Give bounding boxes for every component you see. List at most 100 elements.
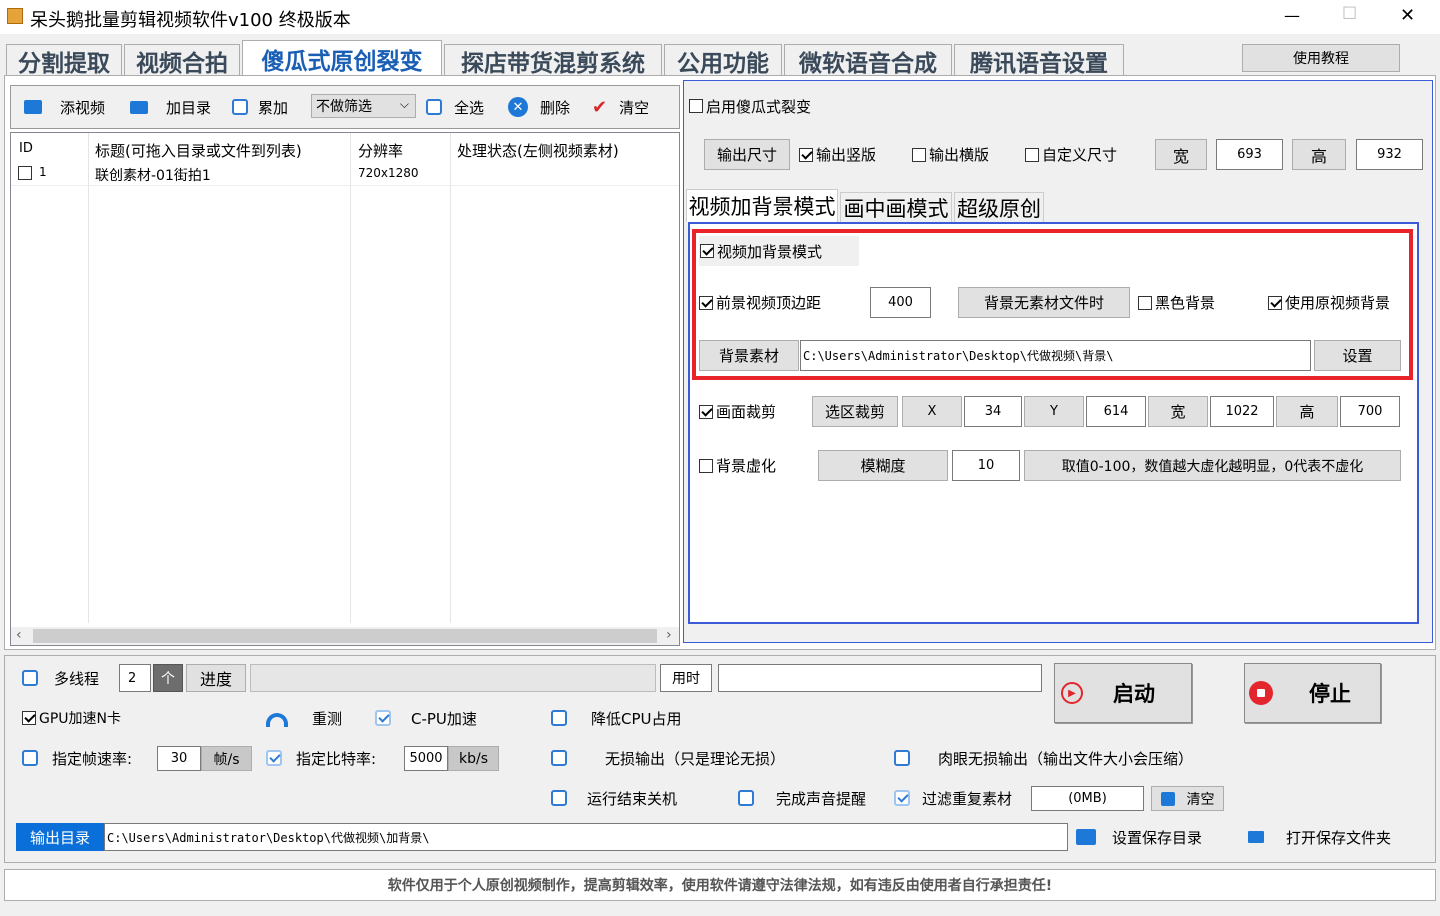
open-save-dir-button[interactable]: 打开保存文件夹	[1248, 823, 1391, 851]
gpu-checkbox[interactable]: GPU加速N卡	[22, 704, 121, 732]
width-input[interactable]: 693	[1216, 139, 1283, 170]
video-list[interactable]: ID 标题(可拖入目录或文件到列表) 分辨率 处理状态(左侧视频素材) 1 联创…	[10, 132, 680, 646]
delete-button[interactable]: ✕ 删除	[504, 91, 584, 123]
folder-gear-icon	[1076, 829, 1096, 845]
fps-checkbox[interactable]: 指定帧速率:	[22, 744, 132, 772]
y-label: Y	[1024, 396, 1084, 427]
output-size-button[interactable]: 输出尺寸	[704, 139, 790, 170]
lossless-checkbox[interactable]: 无损输出（只是理论无损）	[551, 744, 785, 772]
fps-input[interactable]: 30	[157, 746, 201, 771]
output-portrait-checkbox[interactable]: 输出竖版	[799, 139, 876, 170]
add-dir-button[interactable]: 加目录	[124, 91, 220, 123]
checkbox-icon	[1138, 295, 1152, 310]
tab-original-fission[interactable]: 傻瓜式原创裂变	[242, 40, 442, 76]
checkbox-icon	[699, 295, 713, 310]
crop-checkbox[interactable]: 画面裁剪	[699, 396, 776, 427]
bg-path-input[interactable]: C:\Users\Administrator\Desktop\代做视频\背景\	[800, 340, 1311, 371]
x-input[interactable]: 34	[964, 396, 1022, 427]
checkbox-icon	[22, 670, 38, 686]
stop-button[interactable]: 停止	[1244, 663, 1381, 723]
dup-clear-button[interactable]: 清空	[1151, 786, 1224, 811]
set-save-dir-button[interactable]: 设置保存目录	[1076, 823, 1202, 851]
checkbox-icon	[375, 710, 391, 726]
fg-margin-checkbox[interactable]: 前景视频顶边距	[699, 287, 821, 318]
blur-button[interactable]: 模糊度	[818, 450, 948, 481]
col-resolution[interactable]: 分辨率	[358, 140, 403, 161]
row-checkbox[interactable]	[18, 166, 32, 180]
no-bg-material-button[interactable]: 背景无素材文件时	[958, 287, 1130, 318]
tab-store-mix[interactable]: 探店带货混剪系统	[444, 44, 662, 77]
select-all-checkbox[interactable]: 全选	[420, 91, 500, 123]
tab-split[interactable]: 分割提取	[6, 44, 122, 77]
bg-mode-checkbox[interactable]: 视频加背景模式	[699, 236, 859, 266]
maximize-button[interactable]: ☐	[1342, 4, 1357, 24]
shutdown-checkbox[interactable]: 运行结束关机	[551, 784, 677, 812]
checkbox-icon	[799, 147, 813, 162]
bitrate-checkbox[interactable]: 指定比特率:	[266, 744, 376, 772]
tab-tencent-tts[interactable]: 腾讯语音设置	[954, 44, 1124, 77]
app-icon	[7, 8, 23, 24]
subtab-super-original[interactable]: 超级原创	[954, 192, 1044, 222]
bg-set-button[interactable]: 设置	[1314, 340, 1401, 371]
bitrate-input[interactable]: 5000	[404, 746, 448, 771]
output-landscape-checkbox[interactable]: 输出横版	[912, 139, 989, 170]
folder-icon	[130, 100, 148, 114]
checkbox-icon	[266, 750, 282, 766]
visual-lossless-checkbox[interactable]: 肉眼无损输出（输出文件大小会压缩）	[894, 744, 1193, 772]
col-id[interactable]: ID	[19, 141, 33, 156]
subtab-pip-mode[interactable]: 画中画模式	[840, 192, 952, 222]
close-button[interactable]: ✕	[1400, 5, 1415, 26]
tab-common[interactable]: 公用功能	[664, 44, 782, 77]
output-dir-input[interactable]: C:\Users\Administrator\Desktop\代做视频\加背景\	[104, 823, 1068, 851]
height-input[interactable]: 932	[1356, 139, 1423, 170]
cpu-accel-checkbox[interactable]: C-PU加速	[375, 704, 477, 732]
y-input[interactable]: 614	[1086, 396, 1146, 427]
black-bg-checkbox[interactable]: 黑色背景	[1138, 287, 1215, 318]
window-title: 呆头鹅批量剪辑视频软件v100 终极版本	[30, 10, 351, 31]
col-status[interactable]: 处理状态(左侧视频素材)	[457, 140, 619, 161]
checkbox-icon	[689, 99, 703, 113]
checkbox-icon	[699, 404, 713, 419]
help-button[interactable]: 使用教程	[1242, 44, 1400, 72]
reduce-cpu-checkbox[interactable]: 降低CPU占用	[551, 704, 682, 732]
clear-button[interactable]: ✔ 清空	[588, 91, 670, 123]
sound-alert-checkbox[interactable]: 完成声音提醒	[738, 784, 866, 812]
select-crop-button[interactable]: 选区裁剪	[812, 396, 898, 427]
scroll-thumb[interactable]	[33, 629, 657, 643]
horizontal-scrollbar[interactable]: ‹ ›	[11, 627, 679, 645]
checkbox-icon	[894, 750, 910, 766]
scroll-right-icon[interactable]: ›	[666, 627, 672, 643]
filter-select[interactable]: 不做筛选 ⌵	[311, 94, 416, 118]
checkbox-icon	[912, 147, 926, 162]
multithread-checkbox[interactable]: 多线程	[22, 664, 99, 692]
table-header: ID 标题(可拖入目录或文件到列表) 分辨率 处理状态(左侧视频素材)	[11, 133, 679, 163]
blur-input[interactable]: 10	[952, 450, 1020, 481]
subtab-bg-mode[interactable]: 视频加背景模式	[686, 189, 838, 222]
accumulate-checkbox[interactable]: 累加	[226, 91, 306, 123]
checkbox-icon	[1268, 295, 1282, 310]
minimize-button[interactable]: —	[1284, 6, 1300, 25]
filter-dup-checkbox[interactable]: 过滤重复素材	[894, 784, 1012, 812]
dup-size-value: (0MB)	[1031, 786, 1144, 811]
col-title[interactable]: 标题(可拖入目录或文件到列表)	[95, 140, 302, 161]
thread-count-input[interactable]: 2	[119, 664, 151, 692]
column-divider	[450, 133, 451, 623]
start-button[interactable]: ▶ 启动	[1054, 663, 1192, 723]
bg-blur-checkbox[interactable]: 背景虚化	[699, 450, 776, 481]
add-video-button[interactable]: 添视频	[18, 91, 118, 123]
fg-margin-input[interactable]: 400	[870, 287, 931, 318]
table-row[interactable]: 1 联创素材-01街拍1 720x1280	[11, 163, 679, 185]
retest-button[interactable]: 重测	[266, 704, 342, 732]
film-icon	[24, 100, 42, 114]
scroll-left-icon[interactable]: ‹	[16, 627, 22, 643]
tab-merge[interactable]: 视频合拍	[124, 44, 240, 77]
custom-size-checkbox[interactable]: 自定义尺寸	[1025, 139, 1117, 170]
bg-material-button[interactable]: 背景素材	[699, 340, 799, 371]
row-title: 联创素材-01街拍1	[95, 168, 211, 184]
checkbox-icon	[700, 244, 714, 258]
crop-width-input[interactable]: 1022	[1210, 396, 1274, 427]
tab-ms-tts[interactable]: 微软语音合成	[784, 44, 952, 77]
crop-height-input[interactable]: 700	[1340, 396, 1400, 427]
enable-fission-checkbox[interactable]: 启用傻瓜式裂变	[686, 91, 846, 121]
use-orig-bg-checkbox[interactable]: 使用原视频背景	[1268, 287, 1390, 318]
